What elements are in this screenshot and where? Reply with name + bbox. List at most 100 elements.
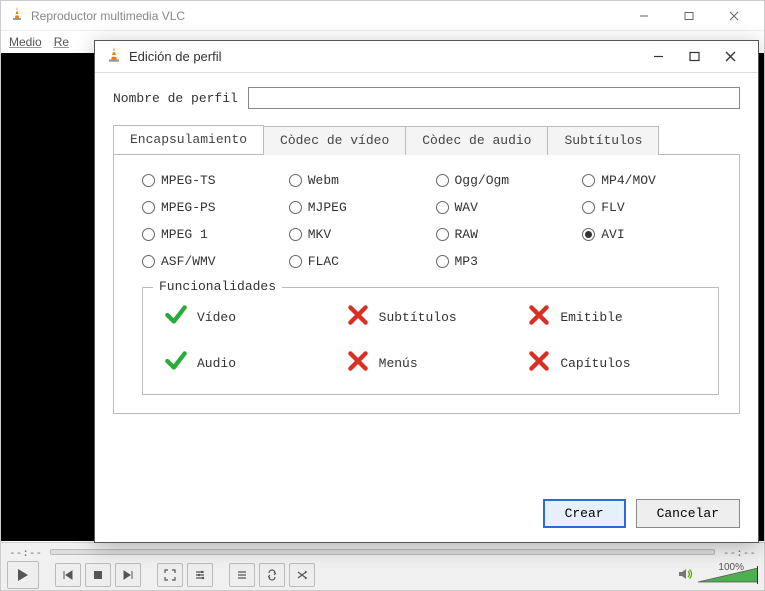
radio-label: MPEG-TS	[161, 173, 216, 188]
time-elapsed: --:--	[9, 546, 42, 559]
radio-mjpeg[interactable]: MJPEG	[289, 200, 426, 215]
check-icon	[163, 302, 189, 332]
cross-icon	[345, 302, 371, 332]
radio-label: MP3	[455, 254, 478, 269]
radio-dot-icon	[289, 228, 302, 241]
next-button[interactable]	[115, 563, 141, 587]
radio-ogg-ogm[interactable]: Ogg/Ogm	[436, 173, 573, 188]
menu-re[interactable]: Re	[54, 35, 69, 49]
menu-medio[interactable]: Medio	[9, 35, 42, 49]
main-titlebar: Reproductor multimedia VLC	[1, 1, 764, 31]
stop-button[interactable]	[85, 563, 111, 587]
time-remaining: --:--	[723, 546, 756, 559]
radio-label: MPEG-PS	[161, 200, 216, 215]
radio-mkv[interactable]: MKV	[289, 227, 426, 242]
radio-label: FLAC	[308, 254, 339, 269]
radio-label: WAV	[455, 200, 478, 215]
radio-mp4-mov[interactable]: MP4/MOV	[582, 173, 719, 188]
playlist-button[interactable]	[229, 563, 255, 587]
prev-button[interactable]	[55, 563, 81, 587]
radio-label: RAW	[455, 227, 478, 242]
radio-wav[interactable]: WAV	[436, 200, 573, 215]
tab-audio-codec[interactable]: Còdec de audio	[405, 126, 548, 155]
radio-dot-icon	[289, 255, 302, 268]
loop-button[interactable]	[259, 563, 285, 587]
cancel-button[interactable]: Cancelar	[636, 499, 740, 528]
radio-flv[interactable]: FLV	[582, 200, 719, 215]
radio-dot-icon	[289, 201, 302, 214]
radio-dot-icon	[142, 255, 155, 268]
radio-dot-icon	[289, 174, 302, 187]
main-title: Reproductor multimedia VLC	[31, 9, 621, 23]
check-icon	[163, 348, 189, 378]
cross-icon	[526, 348, 552, 378]
radio-dot-icon	[582, 174, 595, 187]
radio-label: Webm	[308, 173, 339, 188]
radio-label: MP4/MOV	[601, 173, 656, 188]
radio-mpeg-ts[interactable]: MPEG-TS	[142, 173, 279, 188]
radio-dot-icon	[582, 228, 595, 241]
radio-label: AVI	[601, 227, 624, 242]
radio-dot-icon	[142, 201, 155, 214]
feature-emitible: Emitible	[526, 302, 698, 332]
radio-dot-icon	[436, 174, 449, 187]
vlc-cone-icon	[105, 46, 123, 67]
feature-cap-tulos: Capítulos	[526, 348, 698, 378]
radio-dot-icon	[436, 201, 449, 214]
radio-raw[interactable]: RAW	[436, 227, 573, 242]
ext-settings-button[interactable]	[187, 563, 213, 587]
radio-dot-icon	[582, 201, 595, 214]
dialog-minimize-button[interactable]	[640, 44, 676, 70]
radio-dot-icon	[436, 255, 449, 268]
feature-audio: Audio	[163, 348, 335, 378]
profile-edit-dialog: Edición de perfil Nombre de perfil Encap…	[94, 40, 759, 543]
shuffle-button[interactable]	[289, 563, 315, 587]
feature-label: Emitible	[560, 310, 622, 325]
feature-label: Subtítulos	[379, 310, 457, 325]
radio-mpeg-ps[interactable]: MPEG-PS	[142, 200, 279, 215]
feature-label: Menús	[379, 356, 418, 371]
radio-dot-icon	[142, 228, 155, 241]
tab-video-codec[interactable]: Còdec de vídeo	[263, 126, 406, 155]
vlc-cone-icon	[9, 6, 25, 25]
main-maximize-button[interactable]	[666, 2, 711, 30]
radio-webm[interactable]: Webm	[289, 173, 426, 188]
tabs: Encapsulamiento Còdec de vídeo Còdec de …	[113, 125, 740, 155]
radio-avi[interactable]: AVI	[582, 227, 719, 242]
radio-mp3[interactable]: MP3	[436, 254, 573, 269]
radio-label: MKV	[308, 227, 331, 242]
features-fieldset: Funcionalidades VídeoSubtítulosEmitibleA…	[142, 287, 719, 395]
radio-label: MJPEG	[308, 200, 347, 215]
main-close-button[interactable]	[711, 2, 756, 30]
feature-men-s: Menús	[345, 348, 517, 378]
radio-label: Ogg/Ogm	[455, 173, 510, 188]
radio-label: FLV	[601, 200, 624, 215]
profile-name-label: Nombre de perfil	[113, 91, 238, 106]
create-button[interactable]: Crear	[543, 499, 626, 528]
fullscreen-button[interactable]	[157, 563, 183, 587]
bottom-controls: --:-- --:-- 100%	[1, 542, 764, 590]
radio-dot-icon	[436, 228, 449, 241]
radio-flac[interactable]: FLAC	[289, 254, 426, 269]
radio-asf-wmv[interactable]: ASF/WMV	[142, 254, 279, 269]
dialog-maximize-button[interactable]	[676, 44, 712, 70]
dialog-close-button[interactable]	[712, 44, 748, 70]
tab-encapsulation[interactable]: Encapsulamiento	[113, 125, 264, 154]
radio-mpeg-1[interactable]: MPEG 1	[142, 227, 279, 242]
volume-slider[interactable]	[698, 566, 758, 584]
seek-bar[interactable]	[50, 549, 715, 555]
dialog-titlebar: Edición de perfil	[95, 41, 758, 73]
radio-label: MPEG 1	[161, 227, 208, 242]
speaker-icon[interactable]	[678, 567, 694, 584]
feature-label: Vídeo	[197, 310, 236, 325]
radio-label: ASF/WMV	[161, 254, 216, 269]
main-minimize-button[interactable]	[621, 2, 666, 30]
features-legend: Funcionalidades	[153, 279, 282, 294]
play-button[interactable]	[7, 561, 39, 589]
profile-name-input[interactable]	[248, 87, 740, 109]
radio-dot-icon	[142, 174, 155, 187]
feature-label: Capítulos	[560, 356, 630, 371]
dialog-title: Edición de perfil	[129, 49, 640, 64]
feature-v-deo: Vídeo	[163, 302, 335, 332]
tab-subtitles[interactable]: Subtítulos	[547, 126, 659, 155]
